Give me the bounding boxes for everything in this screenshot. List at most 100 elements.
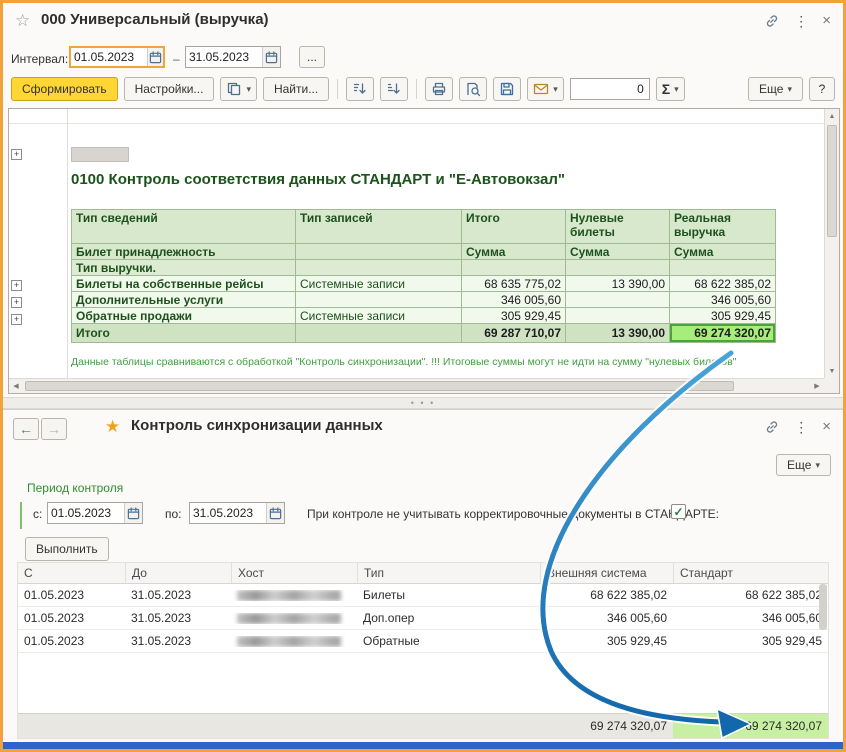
cell-host-redacted <box>231 590 357 601</box>
more-button[interactable]: Еще▾ <box>776 454 831 476</box>
favorite-star-filled-icon[interactable]: ★ <box>105 418 120 435</box>
find-button[interactable]: Найти... <box>263 77 329 101</box>
sum-split-button[interactable]: Σ ▾ <box>656 77 685 101</box>
link-icon[interactable] <box>764 419 780 435</box>
interval-options-button[interactable]: ... <box>299 46 325 68</box>
column-header[interactable]: Внешняя система <box>540 563 673 583</box>
interval-label: Интервал: <box>11 52 68 66</box>
link-icon[interactable] <box>764 13 780 29</box>
run-button[interactable]: Выполнить <box>25 537 109 561</box>
calendar-icon[interactable] <box>266 503 284 523</box>
scroll-down-icon[interactable]: ▼ <box>825 364 839 378</box>
table-row[interactable]: 01.05.2023 31.05.2023 Доп.опер 346 005,6… <box>18 607 828 630</box>
cell-host-redacted <box>231 636 357 647</box>
report-table: Тип сведений Тип записей Итого Нулевые б… <box>71 209 776 343</box>
vertical-scrollbar[interactable]: ▲ ▼ <box>824 109 839 378</box>
scroll-left-icon[interactable]: ◀ <box>9 379 23 393</box>
chevron-down-icon: ▾ <box>553 84 558 95</box>
sync-table: С До Хост Тип Внешняя система Стандарт 0… <box>17 562 829 739</box>
report-window-actions: ⋮ × <box>764 13 831 29</box>
interval-to-input[interactable] <box>186 50 262 64</box>
vertical-scroll-thumb[interactable] <box>827 125 837 237</box>
scroll-up-icon[interactable]: ▲ <box>825 109 839 123</box>
period-to-field <box>189 502 285 524</box>
row-records-cell <box>296 292 462 308</box>
period-from-input[interactable] <box>48 506 124 520</box>
group-expander[interactable]: + <box>11 314 22 325</box>
scroll-right-icon[interactable]: ▶ <box>810 379 824 393</box>
column-header[interactable]: Тип <box>357 563 540 583</box>
column-header[interactable]: До <box>125 563 231 583</box>
generate-button[interactable]: Сформировать <box>11 77 118 101</box>
send-email-split-button[interactable]: ▾ <box>527 77 564 101</box>
group-expander[interactable]: + <box>11 149 22 160</box>
row-name-cell: Дополнительные услуги <box>72 292 296 308</box>
table-row[interactable]: 01.05.2023 31.05.2023 Обратные 305 929,4… <box>18 630 828 653</box>
report-subheader-row: Билет принадлежность Сумма Сумма Сумма <box>72 244 776 260</box>
horizontal-scroll-thumb[interactable] <box>25 381 734 391</box>
total-label-cell: Итого <box>72 324 296 343</box>
column-header[interactable]: С <box>18 563 125 583</box>
help-button[interactable]: ? <box>809 77 835 101</box>
calendar-icon[interactable] <box>124 503 142 523</box>
totals-external-cell: 69 274 320,07 <box>540 719 673 733</box>
check-icon: ✓ <box>673 505 683 519</box>
column-header: Реальная выручка <box>670 210 776 244</box>
total-real-cell-highlighted: 69 274 320,07 <box>670 324 776 343</box>
sort-descending-button[interactable] <box>346 77 374 101</box>
print-preview-button[interactable] <box>459 77 487 101</box>
row-real-cell: 346 005,60 <box>670 292 776 308</box>
interval-dash: – <box>173 52 180 66</box>
row-real-cell: 305 929,45 <box>670 308 776 324</box>
grid-gray-cell <box>71 147 129 162</box>
sigma-icon: Σ <box>662 81 670 97</box>
window-splitter[interactable]: • • • <box>3 397 843 409</box>
calendar-icon[interactable] <box>262 47 280 67</box>
grid-header-line <box>9 123 824 124</box>
cell-from: 01.05.2023 <box>18 588 125 602</box>
period-from-field <box>47 502 143 524</box>
column-header: Тип сведений <box>72 210 296 244</box>
group-expander[interactable]: + <box>11 280 22 291</box>
copy-settings-split-button[interactable]: ▾ <box>220 77 257 101</box>
cell-to: 31.05.2023 <box>125 611 231 625</box>
row-total-cell: 68 635 775,02 <box>462 276 566 292</box>
group-expander[interactable]: + <box>11 297 22 308</box>
print-button[interactable] <box>425 77 453 101</box>
section-cell <box>462 260 566 276</box>
nav-forward-button[interactable]: → <box>41 418 67 440</box>
settings-button[interactable]: Настройки... <box>124 77 215 101</box>
skip-corrections-label: При контроле не учитывать корректировочн… <box>307 507 719 521</box>
counter-field[interactable] <box>570 78 650 100</box>
subheader-cell: Сумма <box>462 244 566 260</box>
sort-ascending-button[interactable] <box>380 77 408 101</box>
column-header[interactable]: Хост <box>231 563 357 583</box>
skip-corrections-checkbox[interactable]: ✓ <box>671 504 686 519</box>
favorite-star-icon[interactable]: ☆ <box>15 12 30 29</box>
close-icon[interactable]: × <box>822 13 831 29</box>
report-total-row[interactable]: Итого 69 287 710,07 13 390,00 69 274 320… <box>72 324 776 343</box>
total-zero-cell: 13 390,00 <box>566 324 670 343</box>
save-button[interactable] <box>493 77 521 101</box>
row-zero-cell <box>566 292 670 308</box>
cell-type: Доп.опер <box>357 611 540 625</box>
report-data-row[interactable]: Дополнительные услуги 346 005,60 346 005… <box>72 292 776 308</box>
column-header[interactable]: Стандарт <box>673 563 828 583</box>
horizontal-scrollbar[interactable]: ◀ ▶ <box>9 378 824 393</box>
report-window-title: 000 Универсальный (выручка) <box>41 11 269 28</box>
more-button[interactable]: Еще▾ <box>748 77 803 101</box>
table-scrollbar[interactable] <box>819 584 827 713</box>
nav-back-button[interactable]: ← <box>13 418 39 440</box>
more-menu-icon[interactable]: ⋮ <box>794 13 808 29</box>
subheader-cell: Билет принадлежность <box>72 244 296 260</box>
close-icon[interactable]: × <box>822 419 831 435</box>
calendar-icon[interactable] <box>147 48 163 66</box>
envelope-icon <box>533 81 549 97</box>
report-data-row[interactable]: Обратные продажи Системные записи 305 92… <box>72 308 776 324</box>
interval-from-input[interactable] <box>71 50 147 64</box>
table-scroll-thumb[interactable] <box>819 584 827 630</box>
more-menu-icon[interactable]: ⋮ <box>794 419 808 435</box>
table-row[interactable]: 01.05.2023 31.05.2023 Билеты 68 622 385,… <box>18 584 828 607</box>
period-to-input[interactable] <box>190 506 266 520</box>
report-data-row[interactable]: Билеты на собственные рейсы Системные за… <box>72 276 776 292</box>
